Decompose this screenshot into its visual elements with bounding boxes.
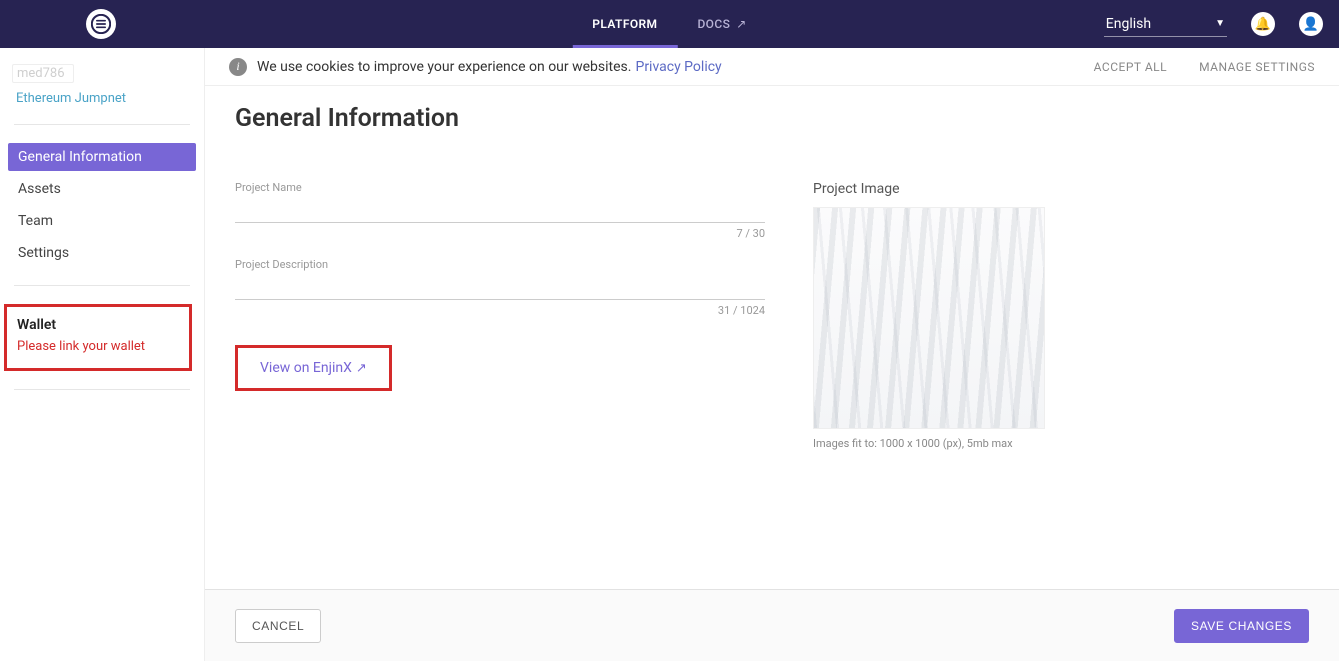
sidebar-nav: General Information Assets Team Settings (8, 143, 196, 267)
nav-platform[interactable]: PLATFORM (572, 0, 677, 48)
privacy-policy-link[interactable]: Privacy Policy (635, 59, 721, 75)
external-link-icon: ↗ (356, 361, 367, 376)
project-description-input[interactable] (235, 273, 765, 300)
external-link-icon: ↗ (736, 17, 746, 31)
wallet-title: Wallet (17, 317, 179, 333)
wallet-warning: Please link your wallet (17, 339, 179, 354)
form-right: Project Image Images fit to: 1000 x 1000… (813, 181, 1309, 450)
app-header: PLATFORM DOCS ↗ English ▼ 🔔 👤 (0, 0, 1339, 48)
footer-actions: CANCEL SAVE CHANGES (205, 589, 1339, 661)
sidebar-item-settings[interactable]: Settings (8, 239, 196, 267)
project-name-counter: 7 / 30 (235, 227, 765, 240)
header-right: English ▼ 🔔 👤 (1104, 12, 1323, 37)
project-name-tag: med786 (12, 64, 74, 83)
project-image-label: Project Image (813, 181, 1309, 197)
nav-docs[interactable]: DOCS ↗ (677, 0, 766, 48)
language-label: English (1106, 16, 1151, 32)
accept-all-button[interactable]: ACCEPT ALL (1094, 60, 1167, 74)
notifications-button[interactable]: 🔔 (1251, 12, 1275, 36)
language-select[interactable]: English ▼ (1104, 12, 1227, 37)
user-icon: 👤 (1303, 17, 1319, 32)
info-icon: i (229, 58, 247, 76)
nav-docs-label: DOCS (697, 17, 730, 31)
project-name-label: Project Name (235, 181, 765, 194)
wallet-panel[interactable]: Wallet Please link your wallet (4, 304, 192, 371)
project-name-input[interactable] (235, 196, 765, 223)
sidebar-item-team[interactable]: Team (8, 207, 196, 235)
network-link[interactable]: Ethereum Jumpnet (16, 91, 192, 106)
project-image-hint: Images fit to: 1000 x 1000 (px), 5mb max (813, 437, 1309, 450)
page-title: General Information (235, 104, 1309, 133)
view-on-enjinx-label: View on EnjinX (260, 360, 352, 376)
project-description-label: Project Description (235, 258, 765, 271)
divider (14, 389, 190, 390)
manage-settings-button[interactable]: MANAGE SETTINGS (1199, 60, 1315, 74)
save-changes-button[interactable]: SAVE CHANGES (1174, 609, 1309, 643)
project-image-upload[interactable] (813, 207, 1045, 429)
cancel-button[interactable]: CANCEL (235, 609, 321, 643)
sidebar: med786 Ethereum Jumpnet General Informat… (0, 48, 205, 661)
divider (14, 124, 190, 125)
enjin-logo-icon (91, 14, 111, 34)
form-left: Project Name 7 / 30 Project Description … (235, 181, 765, 391)
cookie-text: We use cookies to improve your experienc… (257, 59, 631, 75)
divider (14, 285, 190, 286)
top-nav: PLATFORM DOCS ↗ (572, 0, 766, 48)
view-on-enjinx-box: View on EnjinX ↗ (235, 345, 392, 391)
project-description-counter: 31 / 1024 (235, 304, 765, 317)
chevron-down-icon: ▼ (1215, 18, 1225, 29)
enjin-logo[interactable] (86, 9, 116, 39)
sidebar-item-assets[interactable]: Assets (8, 175, 196, 203)
bell-icon: 🔔 (1255, 17, 1271, 32)
sidebar-item-general[interactable]: General Information (8, 143, 196, 171)
main-content: General Information Project Name 7 / 30 … (205, 48, 1339, 661)
cookie-banner: i We use cookies to improve your experie… (205, 48, 1339, 86)
view-on-enjinx-link[interactable]: View on EnjinX ↗ (260, 360, 367, 376)
account-button[interactable]: 👤 (1299, 12, 1323, 36)
